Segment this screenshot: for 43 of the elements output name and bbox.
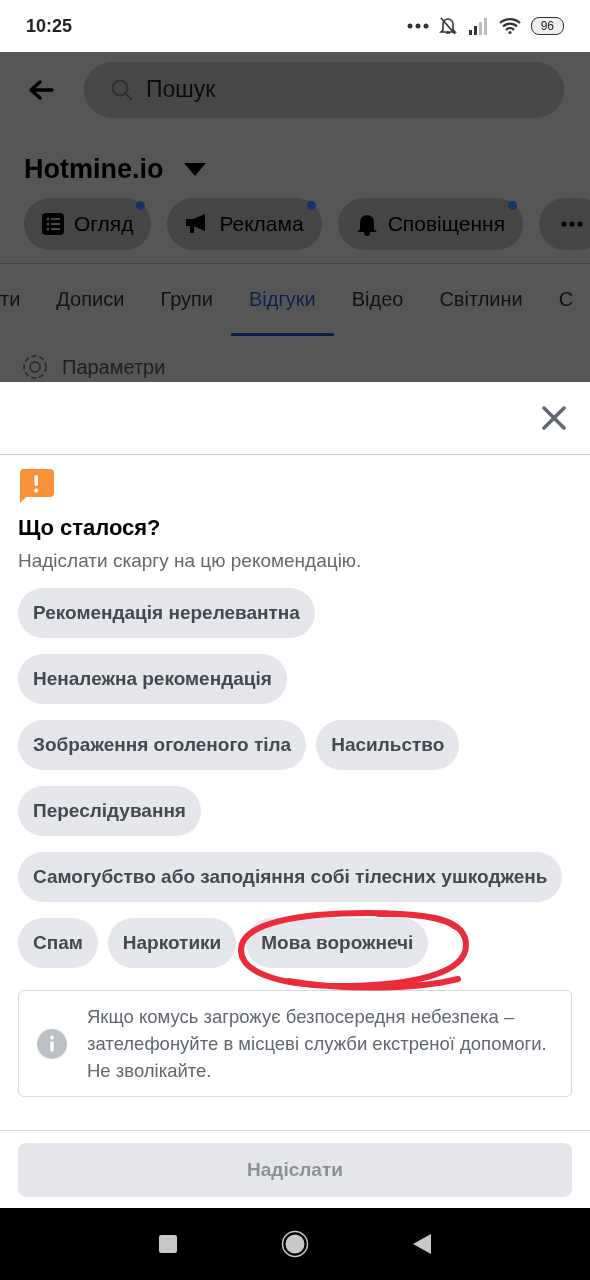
settings-label[interactable]: Параметри — [62, 355, 166, 379]
page-tab[interactable]: Відео — [333, 264, 422, 336]
page-title: Hotmine.io — [24, 154, 164, 186]
reason-chip[interactable]: Переслідування — [18, 786, 201, 836]
reason-chip[interactable]: Неналежна рекомендація — [18, 654, 287, 704]
home-icon[interactable] — [281, 1230, 309, 1258]
battery-indicator: 96 — [530, 17, 564, 35]
more-dots-icon — [406, 23, 429, 29]
page-tab[interactable]: С — [540, 264, 590, 336]
page-tab[interactable]: Світлини — [421, 264, 541, 336]
shortcut-chip[interactable]: Огляд — [24, 197, 152, 250]
reason-chip[interactable]: Наркотики — [107, 918, 237, 968]
more-button[interactable] — [539, 197, 590, 250]
more-dots-icon — [561, 220, 583, 227]
status-time: 10:25 — [26, 15, 73, 37]
wifi-icon — [498, 18, 521, 34]
page-tab[interactable]: Відгуки — [231, 264, 334, 336]
notice-text: Якщо комусь загрожує безпосередня небезпека – зателефонуйте в місцеві служби екстреної допомоги. Не зволікайте. — [87, 1005, 548, 1083]
reason-chip[interactable]: Зображення оголеного тіла — [18, 720, 307, 770]
reason-chip[interactable]: Спам — [18, 918, 98, 968]
dialog-subtitle: Надіслати скаргу на цю рекомендацію. — [18, 550, 363, 572]
alert-icon — [18, 469, 54, 505]
list-icon — [42, 212, 64, 235]
close-icon[interactable] — [542, 406, 566, 430]
search-field[interactable]: Пошук — [84, 61, 564, 118]
info-icon — [37, 1028, 67, 1059]
search-icon — [110, 77, 134, 102]
page-tab[interactable]: ти — [0, 264, 39, 336]
shortcut-chip[interactable]: Сповіщення — [337, 197, 523, 250]
page-tab[interactable]: Групи — [142, 264, 232, 336]
gear-icon — [20, 352, 50, 382]
reason-chip[interactable]: Самогубство або заподіяння собі тілесних ушкоджень — [18, 852, 563, 902]
dialog-heading: Що сталося? — [18, 515, 162, 541]
reason-chip[interactable]: Рекомендація нерелевантна — [18, 588, 315, 638]
reason-chip[interactable]: Насильство — [316, 720, 460, 770]
reason-chip[interactable]: Мова ворожнечі — [246, 918, 429, 968]
page-tab[interactable]: Дописи — [38, 264, 143, 336]
back-arrow-icon[interactable] — [28, 78, 54, 101]
back-icon[interactable] — [413, 1234, 431, 1254]
signal-icon — [466, 16, 489, 36]
muted-bell-icon — [438, 16, 457, 36]
shortcut-chip[interactable]: Реклама — [167, 197, 322, 250]
caret-down-icon[interactable] — [183, 163, 206, 177]
